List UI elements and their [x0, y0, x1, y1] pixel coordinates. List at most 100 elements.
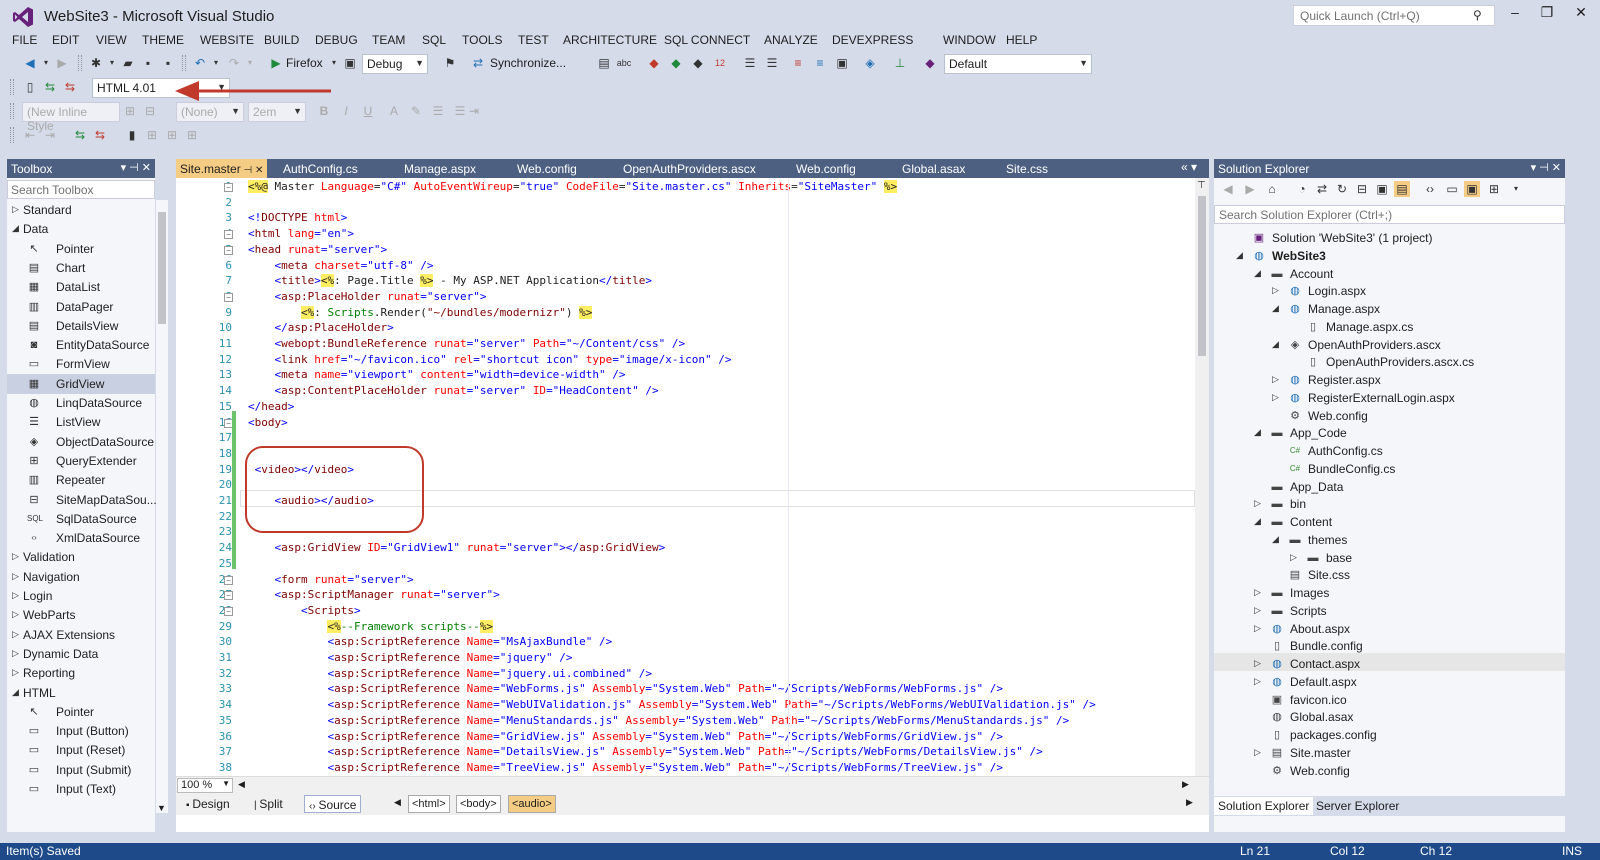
font-color-icon[interactable]: A — [386, 103, 402, 119]
format-document-icon[interactable]: ⇆ — [62, 79, 78, 95]
code-line[interactable]: </asp:PlaceHolder> — [248, 321, 394, 337]
theme-icon[interactable]: ◆ — [922, 55, 938, 71]
solution-search-input[interactable]: Search Solution Explorer (Ctrl+;) — [1214, 205, 1565, 224]
tab-authconfig-cs[interactable]: AuthConfig.cs — [279, 159, 362, 178]
toolbox-item[interactable]: ↖ Pointer — [7, 702, 155, 722]
fold-toggle-icon[interactable]: − — [224, 183, 233, 192]
validate-icon[interactable]: ⇆ — [42, 79, 58, 95]
font-select[interactable]: (None) ▼ — [176, 102, 244, 122]
code-line[interactable]: <%: Scripts.Render("~/bundles/modernizr"… — [248, 305, 593, 322]
toolbox-search-input[interactable]: Search Toolbox — [7, 180, 155, 199]
scroll-left-icon[interactable]: ◀ — [238, 779, 245, 790]
view-split-button[interactable]: | Split — [250, 795, 287, 813]
toolbox-item[interactable]: SQL SqlDataSource — [7, 509, 155, 529]
code-line[interactable]: <asp:ScriptReference Name="MsAjaxBundle"… — [248, 635, 612, 651]
menu-devexpress[interactable]: DEVEXPRESS — [832, 33, 913, 47]
code-line[interactable]: <meta name="viewport" content="width=dev… — [248, 368, 626, 384]
tree-node[interactable]: ▯ Manage.aspx.cs — [1214, 318, 1554, 336]
expanded-icon[interactable]: ◢ — [1236, 250, 1243, 261]
apply-style-icon[interactable]: ⊞ — [122, 103, 138, 119]
toolbox-category[interactable]: ▷ Navigation — [7, 567, 155, 587]
theme-select[interactable]: Default ▼ — [944, 54, 1092, 74]
outdent-icon[interactable]: ⇤ — [22, 127, 38, 143]
browser-link-icon[interactable]: ▣ — [342, 55, 358, 71]
tree-node[interactable]: ◢ ◍ Manage.aspx — [1214, 300, 1554, 318]
tab-site-master[interactable]: Site.master ⊣ ✕ — [176, 159, 268, 178]
tab-openauthproviders-ascx[interactable]: OpenAuthProviders.ascx — [619, 159, 760, 178]
tree-node[interactable]: ▷ ▤ Site.master — [1214, 744, 1554, 762]
clear-icon[interactable]: ⊥ — [892, 55, 908, 71]
solution-scrollbar[interactable] — [1545, 225, 1565, 810]
menu-edit[interactable]: EDIT — [52, 33, 79, 47]
list-indent-icon[interactable]: ⇥ — [42, 127, 58, 143]
bold-button[interactable]: B — [316, 103, 332, 119]
toolbox-item[interactable]: ▥ DataPager — [7, 297, 155, 317]
toolbox-item[interactable]: ▭ Input (Submit) — [7, 760, 155, 780]
code-line[interactable]: <title><%: Page.Title %> - My ASP.NET Ap… — [248, 274, 652, 290]
collapsed-icon[interactable]: ▷ — [1254, 623, 1261, 634]
tab-solution-explorer[interactable]: Solution Explorer — [1214, 797, 1314, 815]
expanded-icon[interactable]: ◢ — [1254, 516, 1261, 527]
menu-build[interactable]: BUILD — [264, 33, 299, 47]
menu-file[interactable]: FILE — [12, 33, 37, 47]
undo-icon[interactable]: ↶ — [192, 55, 208, 71]
browser-dropdown-icon[interactable]: ▾ — [326, 55, 342, 71]
zoom-select[interactable]: 100 % ▼ — [177, 778, 233, 793]
toolbox-item[interactable]: ◈ ObjectDataSource — [7, 432, 155, 452]
code-line[interactable]: <asp:ScriptReference Name="jquery.ui.com… — [248, 667, 652, 683]
tree-node[interactable]: ▯ packages.config — [1214, 726, 1554, 744]
tree-node[interactable]: ⚙ Web.config — [1214, 762, 1554, 780]
menu-sql[interactable]: SQL — [422, 33, 446, 47]
save-icon[interactable]: ▪ — [140, 55, 156, 71]
start-debug-icon[interactable]: ▶ — [268, 55, 284, 71]
collapse-all-icon[interactable]: ⊟ — [1354, 181, 1370, 197]
code-line[interactable]: </head> — [248, 400, 294, 416]
expanded-icon[interactable]: ◢ — [1254, 427, 1261, 438]
toolbox-category[interactable]: ◢ HTML — [7, 683, 155, 703]
split-icon[interactable]: ⊤ — [1197, 180, 1206, 191]
tree-node[interactable]: ▯ OpenAuthProviders.ascx.cs — [1214, 353, 1554, 371]
view-designer-icon[interactable]: ▭ — [1444, 181, 1460, 197]
toolbox-item[interactable]: ◙ EntityDataSource — [7, 335, 155, 355]
code-line[interactable]: <head runat="server"> — [248, 243, 387, 259]
tree-node[interactable]: C# BundleConfig.cs — [1214, 460, 1554, 478]
back-icon[interactable]: ◀ — [22, 55, 38, 71]
bookmark-clear-icon[interactable]: ⊞ — [184, 127, 200, 143]
code-line[interactable]: <asp:ContentPlaceHolder runat="server" I… — [248, 384, 659, 400]
code-line[interactable]: <asp:ScriptReference Name="jquery" /> — [248, 651, 572, 667]
code-line[interactable]: <asp:ScriptReference Name="MenuStandards… — [248, 714, 1069, 730]
toolbox-item[interactable]: ⊟ SiteMapDataSou... — [7, 490, 156, 510]
pending-changes-icon[interactable]: ◔ — [1294, 181, 1310, 197]
tree-node[interactable]: ▷ ◍ Contact.aspx — [1214, 655, 1554, 673]
tab-server-explorer[interactable]: Server Explorer — [1312, 797, 1403, 815]
bookmark-icon[interactable]: ◆ — [646, 55, 662, 71]
toolbox-item[interactable]: ▭ Input (Text) — [7, 779, 155, 799]
fold-toggle-icon[interactable]: − — [224, 292, 233, 302]
tab-overflow-icon[interactable]: « ▾ — [1181, 160, 1197, 174]
document-icon[interactable]: ▯ — [22, 79, 38, 95]
class-diagram-icon[interactable]: ⊞ — [1486, 181, 1502, 197]
forward-icon[interactable]: ▶ — [1242, 181, 1258, 197]
toolbox-category[interactable]: ▷ Login — [7, 586, 155, 606]
code-line[interactable]: <form runat="server"> — [248, 573, 414, 589]
tree-node[interactable]: ◢ ◈ OpenAuthProviders.ascx — [1214, 336, 1554, 354]
code-line[interactable]: <Scripts> — [248, 604, 361, 620]
collapsed-icon[interactable]: ▷ — [1254, 676, 1261, 687]
save-all-icon[interactable]: ▪ — [160, 55, 176, 71]
code-line[interactable]: <asp:GridView ID="GridView1" runat="serv… — [248, 541, 666, 557]
menu-tools[interactable]: TOOLS — [462, 33, 502, 47]
open-file-icon[interactable]: ▰ — [120, 55, 136, 71]
tree-node[interactable]: ◢ ▬ themes — [1214, 531, 1554, 549]
tree-node[interactable]: ⚙ Web.config — [1214, 407, 1554, 425]
collapsed-icon[interactable]: ▷ — [1254, 658, 1261, 669]
bookmark-flag-icon[interactable]: ▮ — [124, 127, 140, 143]
spell-check-icon[interactable]: abc — [616, 55, 632, 71]
code-line[interactable]: <asp:PlaceHolder runat="server"> — [248, 290, 487, 306]
code-line[interactable]: <%--Framework scripts--%> — [248, 619, 494, 636]
new-dropdown-icon[interactable]: ▾ — [104, 55, 120, 71]
uncomment-icon[interactable]: ≡ — [812, 55, 828, 71]
more-dropdown-icon[interactable]: ▾ — [1508, 181, 1524, 197]
toolbox-scrollbar[interactable]: ▼ — [156, 200, 168, 813]
toolbox-item[interactable]: ☰ ListView — [7, 412, 155, 432]
code-line[interactable]: <asp:ScriptReference Name="GridView.js" … — [248, 730, 1003, 746]
